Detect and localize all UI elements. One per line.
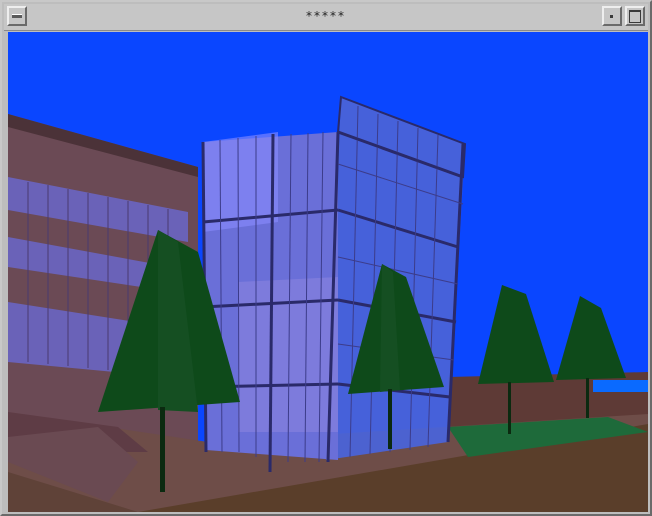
distant-window-strip: [593, 380, 648, 392]
title-bar[interactable]: *****: [4, 4, 648, 31]
window-title: *****: [306, 9, 346, 23]
maximize-icon: [629, 10, 641, 23]
maximize-button[interactable]: [625, 6, 645, 26]
3d-viewport[interactable]: [8, 32, 648, 512]
app-window: *****: [0, 0, 652, 516]
minimize-icon: [610, 15, 613, 18]
rendered-scene: [8, 32, 648, 512]
minimize-button[interactable]: [602, 6, 622, 26]
